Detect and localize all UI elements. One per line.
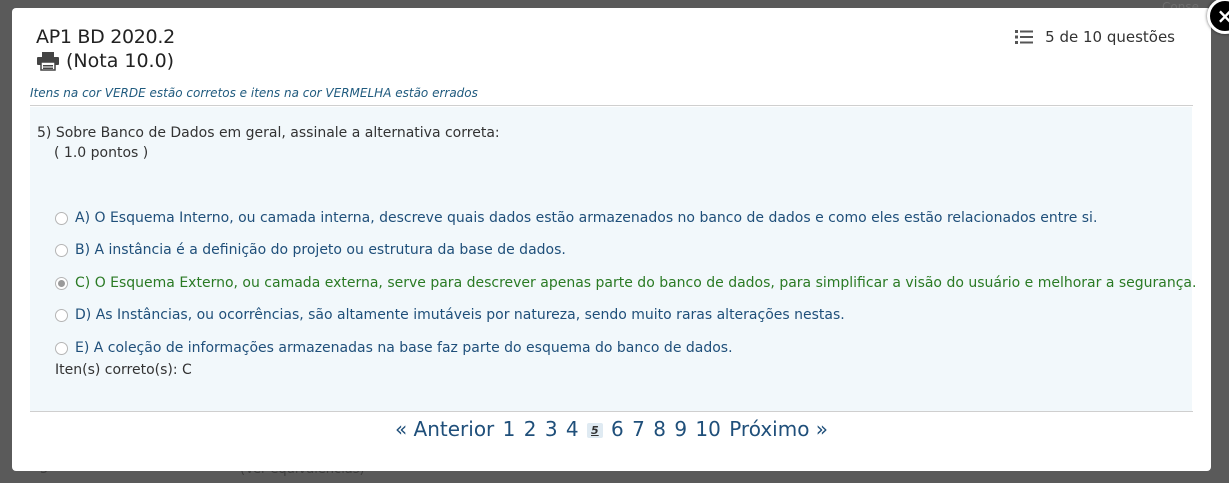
page-link-8[interactable]: 8: [653, 417, 666, 441]
question-points: ( 1.0 pontos ): [54, 145, 149, 161]
close-button[interactable]: ×: [1207, 0, 1229, 34]
radio-b[interactable]: [55, 243, 68, 257]
question-text: 5) Sobre Banco de Dados em geral, assina…: [37, 125, 500, 141]
option-c-label: C) O Esquema Externo, ou camada externa,…: [75, 275, 1197, 291]
option-a-label: A) O Esquema Interno, ou camada interna,…: [75, 210, 1098, 226]
option-c[interactable]: C) O Esquema Externo, ou camada externa,…: [55, 275, 1196, 291]
question-counter: 5 de 10 questões: [1015, 28, 1175, 46]
page-link-9[interactable]: 9: [674, 417, 687, 441]
page-link-1[interactable]: 1: [503, 417, 516, 441]
grade-label: (Nota 10.0): [66, 50, 175, 72]
page-current: 5: [587, 423, 603, 438]
legend-note: Itens na cor VERDE estão corretos e iten…: [30, 86, 478, 100]
pagination: « Anterior 1 2 3 4 5 6 7 8 9 10 Próximo …: [12, 417, 1211, 441]
option-d-label: D) As Instâncias, ou ocorrências, são al…: [75, 307, 845, 323]
radio-c[interactable]: [55, 276, 68, 290]
correct-answer-note: Iten(s) correto(s): C: [55, 362, 192, 378]
option-d[interactable]: D) As Instâncias, ou ocorrências, são al…: [55, 307, 845, 323]
radio-e[interactable]: [55, 341, 68, 355]
grade-row: (Nota 10.0): [36, 50, 174, 72]
option-b[interactable]: B) A instância é a definição do projeto …: [55, 242, 566, 258]
page-link-10[interactable]: 10: [695, 417, 720, 441]
page-link-7[interactable]: 7: [632, 417, 645, 441]
question-counter-label: 5 de 10 questões: [1045, 28, 1175, 46]
radio-a[interactable]: [55, 211, 68, 225]
question-panel: 5) Sobre Banco de Dados em geral, assina…: [30, 107, 1196, 411]
page-link-3[interactable]: 3: [545, 417, 558, 441]
top-divider: [30, 105, 1193, 106]
page-link-4[interactable]: 4: [566, 417, 579, 441]
question-modal: × AP1 BD 2020.2 (Nota 10.0) 5 de 10 ques…: [12, 0, 1229, 471]
option-e[interactable]: E) A coleção de informações armazenadas …: [55, 340, 733, 356]
list-icon: [1015, 30, 1034, 44]
close-icon: ×: [1216, 4, 1229, 28]
option-e-label: E) A coleção de informações armazenadas …: [75, 340, 733, 356]
pagination-next[interactable]: Próximo »: [729, 417, 828, 441]
page-link-6[interactable]: 6: [611, 417, 624, 441]
radio-d[interactable]: [55, 308, 68, 322]
option-a[interactable]: A) O Esquema Interno, ou camada interna,…: [55, 210, 1097, 226]
print-icon[interactable]: [36, 51, 60, 71]
option-b-label: B) A instância é a definição do projeto …: [75, 242, 566, 258]
bottom-divider: [30, 411, 1193, 412]
page-link-2[interactable]: 2: [524, 417, 537, 441]
pagination-prev[interactable]: « Anterior: [395, 417, 494, 441]
exam-title: AP1 BD 2020.2: [36, 26, 175, 48]
